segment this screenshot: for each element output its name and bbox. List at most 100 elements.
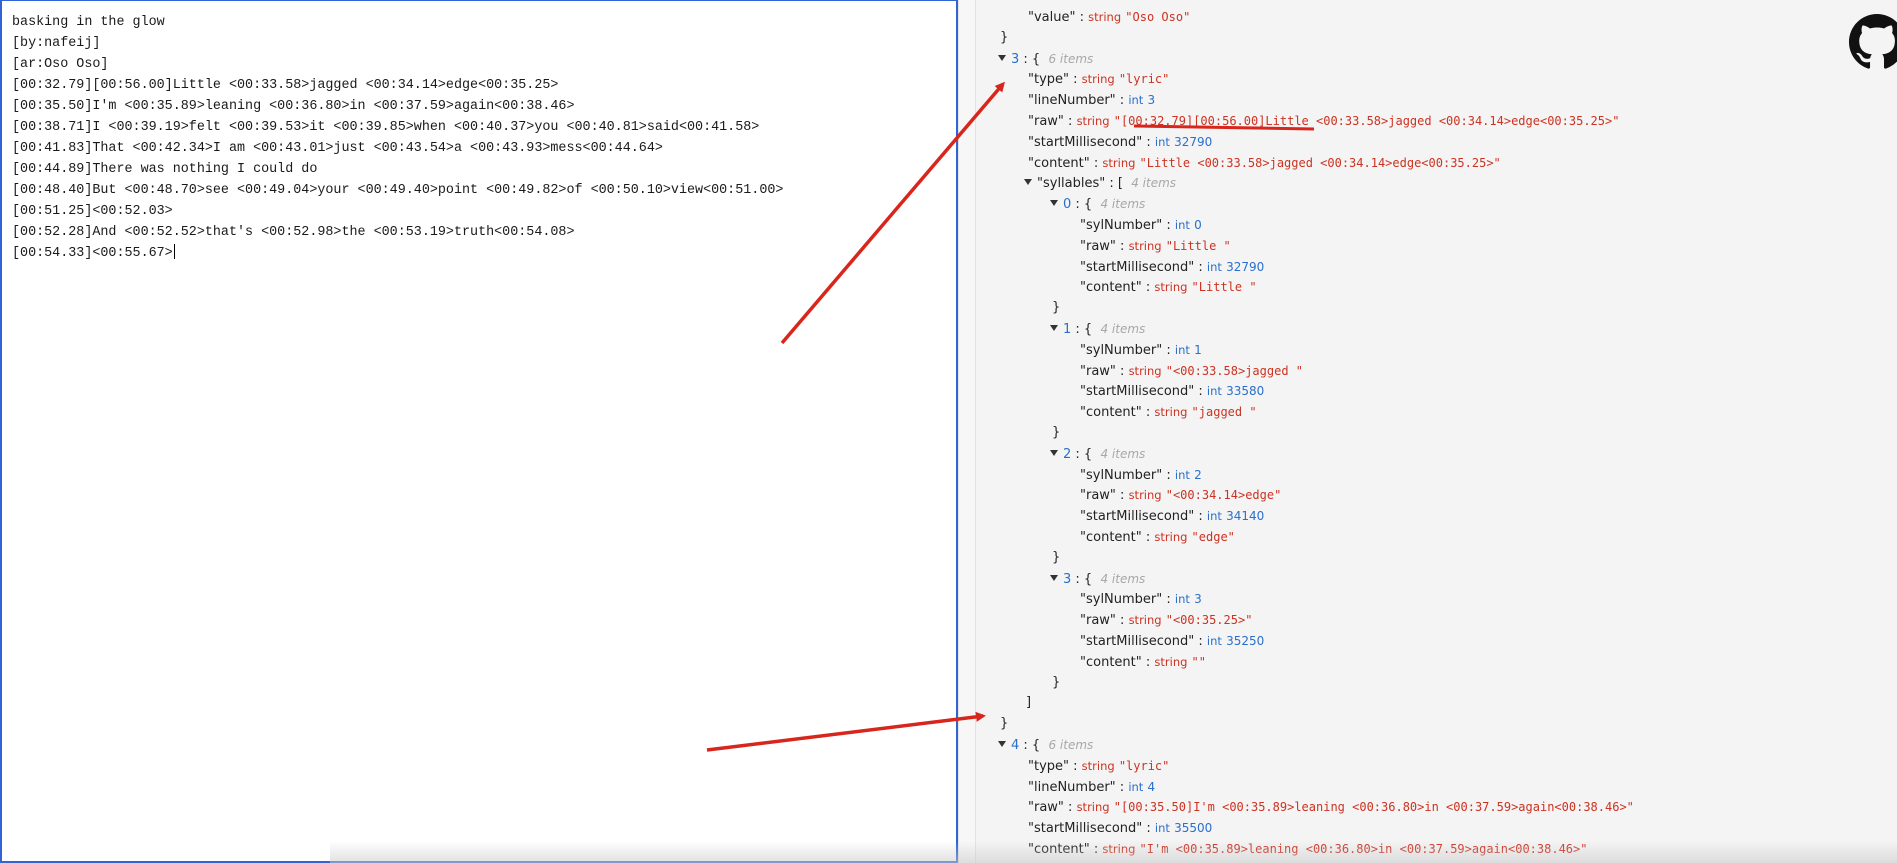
json-type: string <box>1128 488 1162 503</box>
json-key: "raw" <box>1028 114 1064 129</box>
json-value: "lyric" <box>1118 72 1170 87</box>
collapse-toggle-icon[interactable] <box>1050 200 1058 207</box>
editor-line: [ar:Oso Oso] <box>12 57 109 72</box>
json-field: "value" : string "Oso Oso" <box>1028 10 1191 25</box>
json-value: "Little " <box>1191 280 1257 295</box>
bracket: } <box>1052 425 1061 440</box>
json-type: string <box>1081 72 1115 87</box>
json-close-bracket: } <box>1052 423 1060 443</box>
collapse-toggle-icon[interactable] <box>998 741 1006 747</box>
json-field: "content" : string "edge" <box>1080 530 1235 545</box>
json-value: 1 <box>1194 342 1202 357</box>
editor-line: [00:54.33]<00:55.67> <box>12 244 175 261</box>
collapse-toggle-icon[interactable] <box>1050 574 1058 581</box>
json-value: 4 <box>1147 779 1156 794</box>
json-object-node: 3 : { 4 items <box>1050 569 1145 589</box>
json-field: "content" : string "Little " <box>1080 280 1257 296</box>
json-field: "content" : string "I'm <00:35.89>leanin… <box>1028 842 1588 857</box>
json-key: "content" <box>1080 530 1142 545</box>
json-type: int <box>1128 779 1144 794</box>
json-field: "raw" : string "Little " <box>1080 238 1231 254</box>
json-value: "edge" <box>1191 530 1235 544</box>
json-type: int <box>1154 821 1170 836</box>
item-count: 4 items <box>1100 446 1146 461</box>
json-type: string <box>1154 280 1188 295</box>
json-object-node: 0 : { 4 items <box>1050 194 1145 214</box>
editor-line: [00:41.83]That <00:42.34>I am <00:43.01>… <box>12 141 663 156</box>
json-value: 3 <box>1194 592 1202 607</box>
json-type: string <box>1102 842 1136 856</box>
json-key: "raw" <box>1028 800 1064 816</box>
json-value: "<00:35.25>" <box>1165 613 1253 628</box>
editor-line: basking in the glow <box>12 15 165 30</box>
json-key: "content" <box>1080 280 1142 296</box>
json-type: int <box>1174 467 1190 482</box>
item-count: 4 items <box>1100 322 1146 336</box>
json-key: "startMillisecond" <box>1080 509 1195 525</box>
json-type: string <box>1154 530 1188 544</box>
pane-splitter[interactable] <box>958 0 976 863</box>
json-field: "raw" : string "<00:33.58>jagged " <box>1080 363 1303 379</box>
json-field: "startMillisecond" : int 32790 <box>1080 259 1265 275</box>
json-type: string <box>1076 800 1110 815</box>
json-object-node: 4 : { 6 items <box>998 735 1093 755</box>
json-value: 2 <box>1194 467 1202 482</box>
item-count: 4 items <box>1131 176 1177 191</box>
json-type: string <box>1102 155 1136 170</box>
json-key: "sylNumber" <box>1080 218 1163 233</box>
json-value: "[00:35.50]I'm <00:35.89>leaning <00:36.… <box>1113 800 1634 815</box>
json-key: "value" <box>1028 10 1076 25</box>
json-value: 35500 <box>1174 821 1213 836</box>
json-object-node: 3 : { 6 items <box>998 49 1093 69</box>
json-field: "content" : string "jagged " <box>1080 405 1257 421</box>
json-value: 35250 <box>1226 634 1265 648</box>
json-field: "sylNumber" : int 2 <box>1080 467 1202 483</box>
json-field: "lineNumber" : int 3 <box>1028 93 1156 109</box>
json-key: "content" <box>1080 405 1142 421</box>
json-key: "sylNumber" <box>1080 592 1163 608</box>
json-type: string <box>1088 10 1122 24</box>
json-key: "type" <box>1028 72 1069 88</box>
json-type: string <box>1076 114 1110 128</box>
lyrics-editor[interactable]: basking in the glow [by:nafeij] [ar:Oso Os… <box>0 0 958 863</box>
json-value: "[00:32.79][00:56.00]Little <00:33.58>ja… <box>1113 114 1620 128</box>
json-close-bracket: } <box>1052 673 1060 693</box>
json-key: "startMillisecond" <box>1080 384 1195 400</box>
json-key: "content" <box>1028 155 1090 171</box>
json-type: string <box>1081 758 1115 773</box>
json-type: string <box>1154 654 1188 669</box>
json-type: int <box>1206 634 1222 648</box>
json-close-bracket: } <box>1000 714 1008 734</box>
editor-lines: basking in the glow [by:nafeij] [ar:Oso Os… <box>12 12 783 264</box>
collapse-toggle-icon[interactable] <box>998 54 1006 61</box>
bracket: } <box>1000 29 1009 45</box>
json-field: "startMillisecond" : int 33580 <box>1080 384 1265 400</box>
json-key: "content" <box>1028 842 1090 857</box>
json-type: int <box>1154 134 1170 149</box>
json-type: string <box>1128 363 1162 378</box>
json-field: "startMillisecond" : int 35500 <box>1028 821 1213 837</box>
json-value: "jagged " <box>1191 405 1257 420</box>
bracket: } <box>1052 300 1061 316</box>
collapse-toggle-icon[interactable] <box>1050 325 1058 331</box>
json-key: "lineNumber" <box>1028 779 1116 795</box>
collapse-toggle-icon[interactable] <box>1050 449 1058 456</box>
json-field: "startMillisecond" : int 34140 <box>1080 509 1265 525</box>
editor-line: [00:48.40]But <00:48.70>see <00:49.04>yo… <box>12 183 784 198</box>
collapse-toggle-icon[interactable] <box>1024 179 1032 186</box>
json-key: "type" <box>1028 758 1069 774</box>
json-value: "Oso Oso" <box>1125 10 1191 24</box>
json-type: int <box>1128 93 1144 108</box>
json-field: "sylNumber" : int 1 <box>1080 342 1202 358</box>
json-value: "lyric" <box>1118 758 1170 773</box>
json-type: int <box>1206 509 1222 524</box>
json-close-bracket: } <box>1052 548 1060 568</box>
json-type: int <box>1206 259 1222 274</box>
json-type: int <box>1174 342 1190 357</box>
editor-line: [00:51.25]<00:52.03> <box>12 204 173 219</box>
json-value: "Little <00:33.58>jagged <00:34.14>edge<… <box>1139 155 1501 170</box>
json-field: "content" : string "Little <00:33.58>jag… <box>1028 155 1501 171</box>
json-key: "raw" <box>1080 238 1116 254</box>
json-field: "sylNumber" : int 0 <box>1080 218 1202 233</box>
github-icon[interactable] <box>1849 14 1897 70</box>
